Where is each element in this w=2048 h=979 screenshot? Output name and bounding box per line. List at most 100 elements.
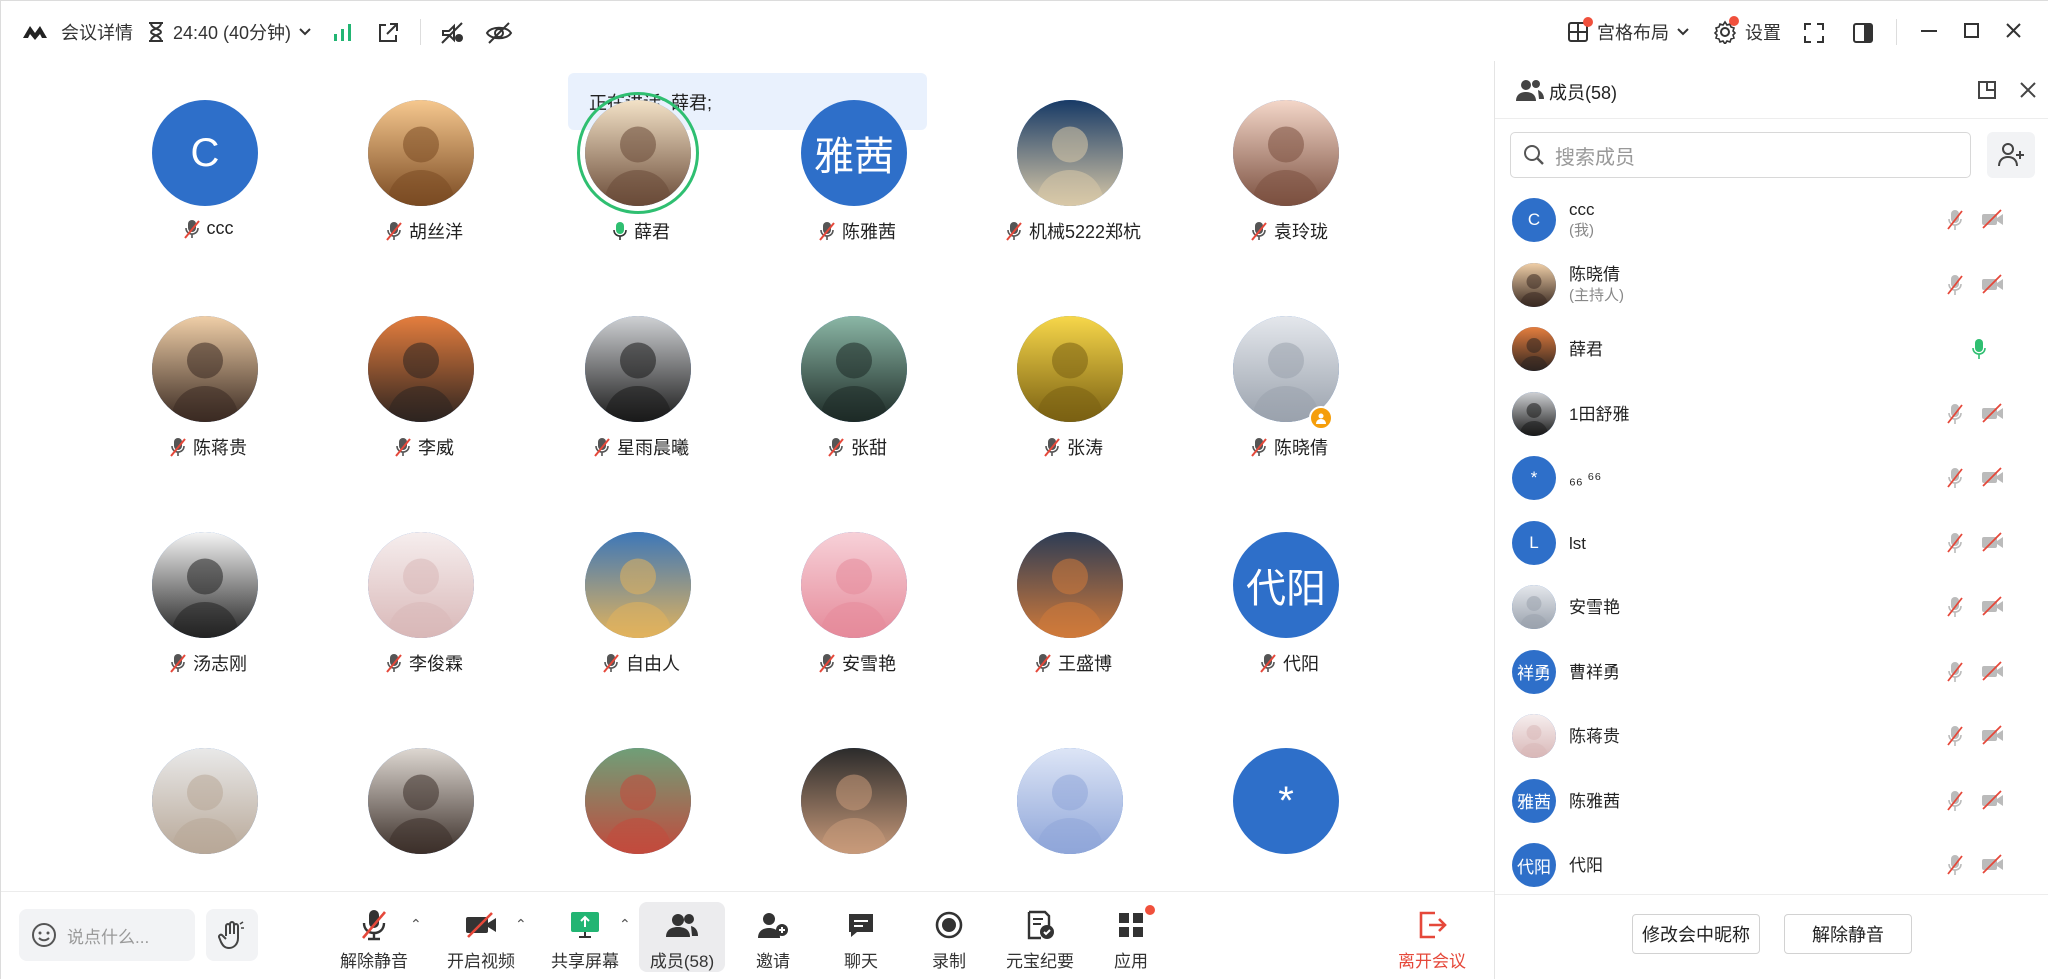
quick-chat-input[interactable]: 说点什么... [19,909,195,961]
member-camera-status[interactable] [1981,467,2005,492]
member-camera-status[interactable] [1981,789,2005,815]
microphone-muted-icon [1006,222,1022,241]
record-label: 录制 [932,952,966,971]
participant-tile[interactable]: 雅茜 陈雅茜 [749,100,965,300]
member-mic-status[interactable] [1946,467,1964,494]
audio-options-chevron-icon[interactable]: ⌃ [410,916,422,933]
member-list-item[interactable]: 陈晓倩 (主持人) [1495,253,2048,317]
participant-tile[interactable] [533,748,749,891]
participant-tile[interactable]: 薛君 [533,92,749,300]
member-list-item[interactable]: 陈蒋贵 [1495,704,2048,768]
members-icon [666,914,698,937]
member-list-item[interactable]: 安雪艳 [1495,575,2048,639]
settings-button[interactable]: 设置 [1713,16,1781,45]
participant-tile[interactable]: 李威 [316,316,532,516]
participant-tile[interactable]: 机械5222郑杭 [965,100,1181,300]
member-list-item[interactable]: Llst [1495,511,2048,575]
participant-tile[interactable]: 代阳 代阳 [1181,532,1397,732]
hide-self-view-icon[interactable] [485,21,513,45]
unmute-button[interactable]: 解除静音 [335,902,413,972]
participant-tile[interactable]: Cccc [100,100,316,300]
member-search-input[interactable]: 搜索成员 [1510,132,1971,178]
participant-tile[interactable] [100,748,316,891]
participant-name-row: 代阳 [1181,650,1397,676]
close-panel-icon[interactable] [2019,81,2037,99]
participant-tile[interactable]: 袁玲珑 [1181,100,1397,300]
minimize-icon[interactable] [1921,29,1937,33]
participant-tile[interactable]: 胡丝洋 [316,100,532,300]
video-options-chevron-icon[interactable]: ⌃ [515,916,527,933]
chat-button[interactable]: 聊天 [837,902,885,972]
unmute-all-button[interactable]: 解除静音 [1784,914,1912,954]
record-button[interactable]: 录制 [925,902,973,972]
member-mic-status[interactable] [1946,274,1964,301]
member-camera-status[interactable] [1981,402,2005,428]
member-camera-status[interactable] [1981,660,2005,686]
member-camera-status[interactable] [1981,209,2005,234]
meeting-details-button[interactable]: 会议详情 [21,19,133,45]
member-mic-status[interactable] [1971,338,1987,365]
member-name: 陈雅茜 [1569,791,1620,811]
member-avatar [1512,327,1556,371]
participant-tile[interactable]: 陈蒋贵 [100,316,316,516]
member-mic-status[interactable] [1946,403,1964,430]
share-link-icon[interactable] [376,21,400,45]
toggle-sidebar-icon[interactable] [1852,22,1874,44]
participant-tile[interactable]: 陈晓倩 [1181,316,1397,516]
close-window-icon[interactable] [2006,23,2021,38]
participant-tile[interactable]: 张涛 [965,316,1181,516]
popout-panel-icon[interactable] [1977,80,1997,100]
member-list-item[interactable]: 薛君 [1495,317,2048,381]
member-list-item[interactable]: 雅茜 陈雅茜 [1495,769,2048,833]
member-mic-status[interactable] [1946,209,1964,236]
share-options-chevron-icon[interactable]: ⌃ [619,916,631,933]
member-camera-status[interactable] [1981,531,2005,557]
member-list-item[interactable]: * ₆₆ ⁶⁶ [1495,446,2048,510]
member-mic-status[interactable] [1946,661,1964,688]
participant-tile[interactable]: 汤志刚 [100,532,316,732]
participant-tile[interactable]: 自由人 [533,532,749,732]
member-list-item[interactable]: 祥勇 曹祥勇 [1495,640,2048,704]
member-mic-status[interactable] [1946,854,1964,881]
member-camera-status[interactable] [1981,725,2005,750]
member-list-item[interactable]: 1田舒雅 [1495,382,2048,446]
start-video-button[interactable]: 开启视频 [441,902,521,972]
invite-button[interactable]: 邀请 [749,902,797,972]
invite-member-button[interactable] [1987,132,2035,178]
participant-tile[interactable]: 星雨晨曦 [533,316,749,516]
share-screen-button[interactable]: 共享屏幕 [546,902,624,972]
participant-tile[interactable] [316,748,532,891]
member-mic-status[interactable] [1946,725,1964,752]
participant-tile[interactable]: * [1181,748,1397,891]
member-camera-status[interactable] [1981,854,2005,879]
mute-notifications-icon[interactable] [439,21,465,45]
maximize-icon[interactable] [1964,23,1979,38]
participant-tile[interactable] [965,748,1181,891]
meeting-timer[interactable]: 24:40 (40分钟) [147,19,311,45]
signal-strength-icon[interactable] [333,23,353,41]
microphone-muted-icon [1947,855,1963,875]
member-mic-status[interactable] [1946,790,1964,817]
participant-tile[interactable]: 安雪艳 [749,532,965,732]
leave-meeting-button[interactable]: 离开会议 [1397,902,1467,972]
rename-button[interactable]: 修改会中昵称 [1632,914,1760,954]
apps-button[interactable]: 应用 [1111,902,1155,972]
participant-tile[interactable]: 王盛博 [965,532,1181,732]
member-camera-status[interactable] [1981,596,2005,621]
layout-switch-button[interactable]: 宫格布局 [1567,17,1689,45]
member-mic-status[interactable] [1946,532,1964,559]
fullscreen-icon[interactable] [1803,22,1825,44]
member-list-item[interactable]: Cccc (我) [1495,188,2048,252]
member-list-item[interactable]: 代阳 代阳 [1495,833,2048,897]
participant-tile[interactable]: 张甜 [749,316,965,516]
raise-hand-button[interactable] [206,909,258,961]
member-mic-status[interactable] [1946,596,1964,623]
participant-name: 代阳 [1283,654,1319,674]
participant-avatar [1017,748,1123,854]
participant-tile[interactable] [749,748,965,891]
members-button[interactable]: 成员(58) [639,902,725,972]
participant-tile[interactable]: 李俊霖 [316,532,532,732]
ai-minutes-button[interactable]: 元宝纪要 [1003,902,1077,972]
participant-avatar [585,748,691,854]
member-camera-status[interactable] [1981,273,2005,299]
